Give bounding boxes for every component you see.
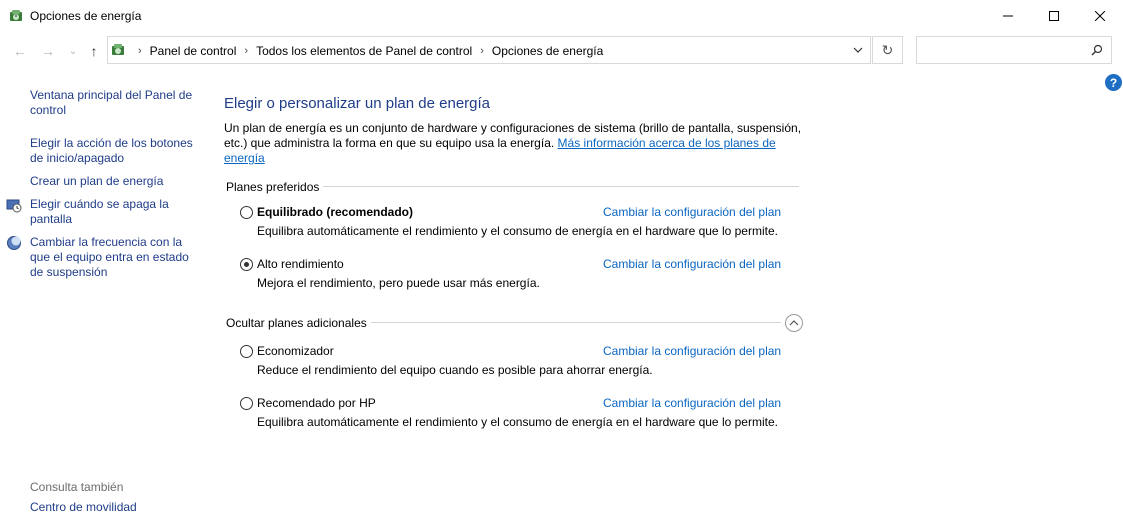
change-plan-link-high-performance[interactable]: Cambiar la configuración del plan bbox=[603, 257, 781, 271]
search-icon bbox=[1091, 44, 1103, 56]
plan-desc-balanced: Equilibra automáticamente el rendimiento… bbox=[257, 224, 778, 238]
breadcrumb: › Panel de control › Todos los elementos… bbox=[130, 44, 603, 58]
refresh-icon: ↻ bbox=[881, 41, 894, 58]
control-panel-icon bbox=[110, 42, 126, 58]
sidebar-item-sleep[interactable]: Cambiar la frecuencia con la que el equi… bbox=[30, 235, 200, 280]
page-title: Elegir o personalizar un plan de energía bbox=[224, 95, 491, 112]
help-icon[interactable]: ? bbox=[1105, 74, 1122, 91]
preferred-plans-label: Planes preferidos bbox=[226, 180, 320, 194]
crumb-power-options[interactable]: Opciones de energía bbox=[492, 44, 603, 58]
sidebar-item-display-off[interactable]: Elegir cuándo se apaga la pantalla bbox=[30, 197, 200, 227]
address-bar[interactable]: › Panel de control › Todos los elementos… bbox=[107, 36, 871, 64]
power-options-icon bbox=[8, 8, 24, 24]
change-plan-link-power-saver[interactable]: Cambiar la configuración del plan bbox=[603, 344, 781, 358]
hidden-plans-label: Ocultar planes adicionales bbox=[226, 316, 367, 330]
arrow-up-icon: ↑ bbox=[90, 43, 98, 59]
back-button[interactable]: ← bbox=[10, 41, 30, 61]
chevron-right-icon[interactable]: › bbox=[138, 45, 142, 57]
refresh-button[interactable]: ↻ bbox=[872, 36, 903, 64]
recent-locations-button[interactable]: ⌄ bbox=[63, 41, 83, 61]
maximize-icon bbox=[1049, 10, 1059, 21]
sidebar-item-create-plan[interactable]: Crear un plan de energía bbox=[30, 174, 200, 189]
crumb-control-panel[interactable]: Panel de control bbox=[150, 44, 237, 58]
close-button[interactable] bbox=[1077, 0, 1123, 31]
change-plan-link-balanced[interactable]: Cambiar la configuración del plan bbox=[603, 205, 781, 219]
forward-button[interactable]: → bbox=[38, 41, 58, 61]
page-description: Un plan de energía es un conjunto de har… bbox=[224, 121, 804, 166]
divider bbox=[371, 322, 781, 323]
divider bbox=[323, 186, 799, 187]
sidebar-main-link[interactable]: Ventana principal del Panel de control bbox=[30, 88, 200, 118]
chevron-right-icon[interactable]: › bbox=[244, 45, 248, 57]
maximize-button[interactable] bbox=[1031, 0, 1077, 31]
radio-hp-recommended[interactable] bbox=[240, 397, 253, 410]
radio-balanced[interactable] bbox=[240, 206, 253, 219]
radio-power-saver[interactable] bbox=[240, 345, 253, 358]
plan-name-high-performance[interactable]: Alto rendimiento bbox=[257, 257, 344, 271]
chevron-down-icon bbox=[853, 47, 863, 53]
plan-name-power-saver[interactable]: Economizador bbox=[257, 344, 334, 358]
sidebar-item-power-buttons[interactable]: Elegir la acción de los botones de inici… bbox=[30, 136, 200, 166]
radio-high-performance[interactable] bbox=[240, 258, 253, 271]
display-timer-icon bbox=[6, 197, 22, 213]
up-button[interactable]: ↑ bbox=[84, 41, 104, 61]
arrow-left-icon: ← bbox=[13, 43, 27, 59]
arrow-right-icon: → bbox=[41, 43, 55, 59]
window-title: Opciones de energía bbox=[30, 9, 142, 23]
sidebar-item-mobility-center[interactable]: Centro de movilidad bbox=[30, 500, 137, 514]
see-also-heading: Consulta también bbox=[30, 480, 124, 494]
search-input[interactable] bbox=[916, 36, 1112, 64]
plan-name-hp-recommended[interactable]: Recomendado por HP bbox=[257, 396, 376, 410]
title-bar: Opciones de energía bbox=[0, 0, 1123, 31]
chevron-down-icon: ⌄ bbox=[68, 45, 78, 57]
minimize-icon bbox=[1003, 15, 1013, 16]
sleep-moon-icon bbox=[6, 235, 22, 251]
plan-name-balanced[interactable]: Equilibrado (recomendado) bbox=[257, 205, 413, 219]
change-plan-link-hp-recommended[interactable]: Cambiar la configuración del plan bbox=[603, 396, 781, 410]
plan-desc-hp-recommended: Equilibra automáticamente el rendimiento… bbox=[257, 415, 778, 429]
close-icon bbox=[1095, 10, 1105, 21]
chevron-right-icon[interactable]: › bbox=[480, 45, 484, 57]
address-dropdown-button[interactable] bbox=[850, 42, 866, 58]
chevron-up-icon bbox=[789, 320, 799, 326]
collapse-additional-plans-button[interactable] bbox=[785, 314, 803, 332]
minimize-button[interactable] bbox=[985, 0, 1031, 31]
plan-desc-power-saver: Reduce el rendimiento del equipo cuando … bbox=[257, 363, 653, 377]
crumb-all-items[interactable]: Todos los elementos de Panel de control bbox=[256, 44, 472, 58]
plan-desc-high-performance: Mejora el rendimiento, pero puede usar m… bbox=[257, 276, 540, 290]
